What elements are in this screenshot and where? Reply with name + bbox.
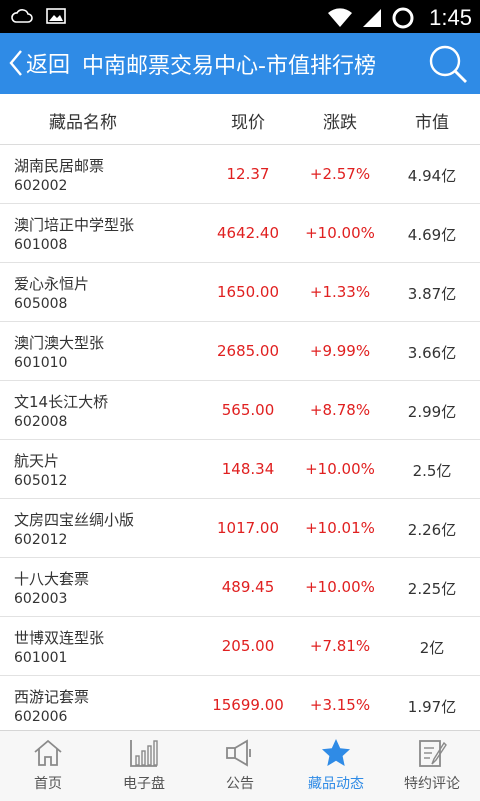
edit-note-icon [419,740,447,767]
item-market-cap: 2.25亿 [407,580,457,598]
nav-label: 首页 [34,776,62,792]
item-change: +10.00% [305,578,375,596]
item-change: +10.01% [305,519,375,537]
item-code: 605008 [14,296,68,312]
item-market-cap: 2.99亿 [407,403,457,421]
item-price: 205.00 [221,637,275,655]
nav-label: 特约评论 [404,776,460,792]
table-row[interactable]: 澳门澳大型张 601010 2685.00 +9.99% 3.66亿 [0,322,480,381]
item-price: 2685.00 [216,342,280,360]
item-market-cap: 4.94亿 [407,167,457,185]
table-row[interactable]: 航天片 605012 148.34 +10.00% 2.5亿 [0,440,480,499]
item-market-cap: 1.97亿 [407,698,457,716]
item-name: 十八大套票 [14,570,90,588]
item-change: +3.15% [309,696,371,714]
cloud-icon [11,9,33,23]
item-code: 602002 [14,178,68,194]
nav-label: 公告 [226,776,254,792]
item-market-cap: 2亿 [419,639,445,657]
item-change: +7.81% [309,637,371,655]
item-price: 4642.40 [216,224,280,242]
star-icon [322,739,350,766]
item-change: +10.00% [305,224,375,242]
item-code: 605012 [14,473,68,489]
status-bar: 1:45 [0,0,480,33]
page-title: 中南邮票交易中心-市值排行榜 [82,54,376,79]
item-market-cap: 3.66亿 [407,344,457,362]
table-row[interactable]: 西游记套票 602006 15699.00 +3.15% 1.97亿 [0,676,480,734]
item-name: 文房四宝丝绸小版 [14,511,135,529]
column-header-price[interactable]: 现价 [198,108,298,133]
search-icon [429,45,467,83]
item-change: +8.78% [309,401,371,419]
bottom-navigation: 首页 电子盘 公告 藏品动态 特约评论 [0,730,480,801]
item-price: 489.45 [221,578,275,596]
table-row[interactable]: 澳门培正中学型张 601008 4642.40 +10.00% 4.69亿 [0,204,480,263]
item-price: 148.34 [221,460,275,478]
item-name: 澳门澳大型张 [14,334,105,352]
image-icon [46,8,66,24]
item-price: 565.00 [221,401,275,419]
item-code: 602003 [14,591,68,607]
item-name: 爱心永恒片 [14,275,90,293]
table-row[interactable]: 世博双连型张 601001 205.00 +7.81% 2亿 [0,617,480,676]
item-code: 602012 [14,532,68,548]
back-label: 返回 [26,53,71,78]
item-change: +1.33% [309,283,371,301]
status-time: 1:45 [429,5,472,30]
item-code: 601010 [14,355,68,371]
item-name: 澳门培正中学型张 [14,216,135,234]
nav-item-collection-news[interactable]: 藏品动态 [288,731,384,801]
megaphone-icon [226,739,251,767]
item-price: 1017.00 [216,519,280,537]
chart-icon [130,740,158,767]
item-name: 航天片 [14,452,60,470]
item-code: 601001 [14,650,68,666]
item-price: 1650.00 [216,283,280,301]
chevron-left-icon [9,50,22,76]
item-code: 601008 [14,237,68,253]
nav-label: 电子盘 [123,776,165,792]
nav-item-home[interactable]: 首页 [0,731,96,801]
table-row[interactable]: 爱心永恒片 605008 1650.00 +1.33% 3.87亿 [0,263,480,322]
table-header: 藏品名称 现价 涨跌 市值 [0,94,480,145]
wifi-icon [328,8,353,27]
back-button[interactable]: 返回 [8,43,70,83]
item-name: 世博双连型张 [14,629,105,647]
table-row[interactable]: 湖南民居邮票 602002 12.37 +2.57% 4.94亿 [0,145,480,204]
signal-icon [363,9,382,27]
item-change: +10.00% [305,460,375,478]
item-change: +9.99% [309,342,371,360]
item-market-cap: 2.26亿 [407,521,457,539]
column-header-cap[interactable]: 市值 [386,108,478,133]
item-code: 602008 [14,414,68,430]
item-market-cap: 2.5亿 [412,462,452,480]
item-market-cap: 3.87亿 [407,285,457,303]
item-price: 12.37 [226,165,270,183]
item-code: 602006 [14,709,68,725]
column-header-change[interactable]: 涨跌 [290,108,390,133]
table-row[interactable]: 文14长江大桥 602008 565.00 +8.78% 2.99亿 [0,381,480,440]
item-change: +2.57% [309,165,371,183]
nav-label: 藏品动态 [308,776,364,792]
search-button[interactable] [426,42,470,86]
nav-item-special-comments[interactable]: 特约评论 [384,731,480,801]
table-row[interactable]: 文房四宝丝绸小版 602012 1017.00 +10.01% 2.26亿 [0,499,480,558]
nav-item-announcements[interactable]: 公告 [192,731,288,801]
header-bar: 返回 中南邮票交易中心-市值排行榜 [0,33,480,94]
item-name: 文14长江大桥 [14,393,109,411]
table-row[interactable]: 十八大套票 602003 489.45 +10.00% 2.25亿 [0,558,480,617]
home-icon [34,739,62,766]
column-header-name[interactable]: 藏品名称 [0,108,166,133]
nav-item-electronic-board[interactable]: 电子盘 [96,731,192,801]
sync-icon [392,7,414,29]
item-name: 西游记套票 [14,688,90,706]
item-price: 15699.00 [212,696,284,714]
item-market-cap: 4.69亿 [407,226,457,244]
item-name: 湖南民居邮票 [14,157,105,175]
